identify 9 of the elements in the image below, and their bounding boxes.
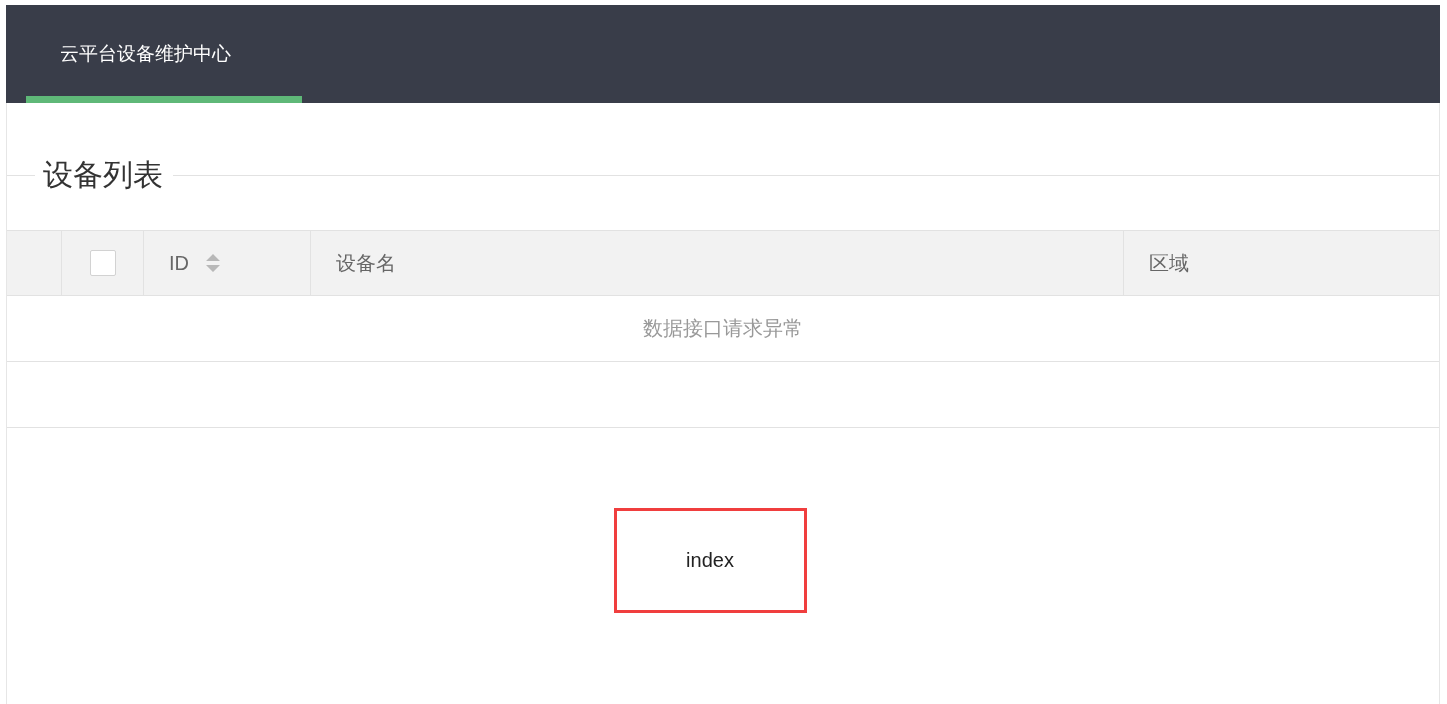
sort-icon[interactable] <box>205 252 221 274</box>
column-header: ID <box>169 251 189 275</box>
nav-tab[interactable]: 云平台设备维护中心 <box>26 5 302 103</box>
column-header: 设备名 <box>336 250 396 276</box>
section-title: 设备列表 <box>42 156 164 193</box>
select-all-checkbox[interactable] <box>89 250 116 276</box>
empty-message: 数据接口请求异常 <box>643 316 803 341</box>
column-header: 区域 <box>1149 250 1189 276</box>
frame-text: index <box>686 549 734 572</box>
